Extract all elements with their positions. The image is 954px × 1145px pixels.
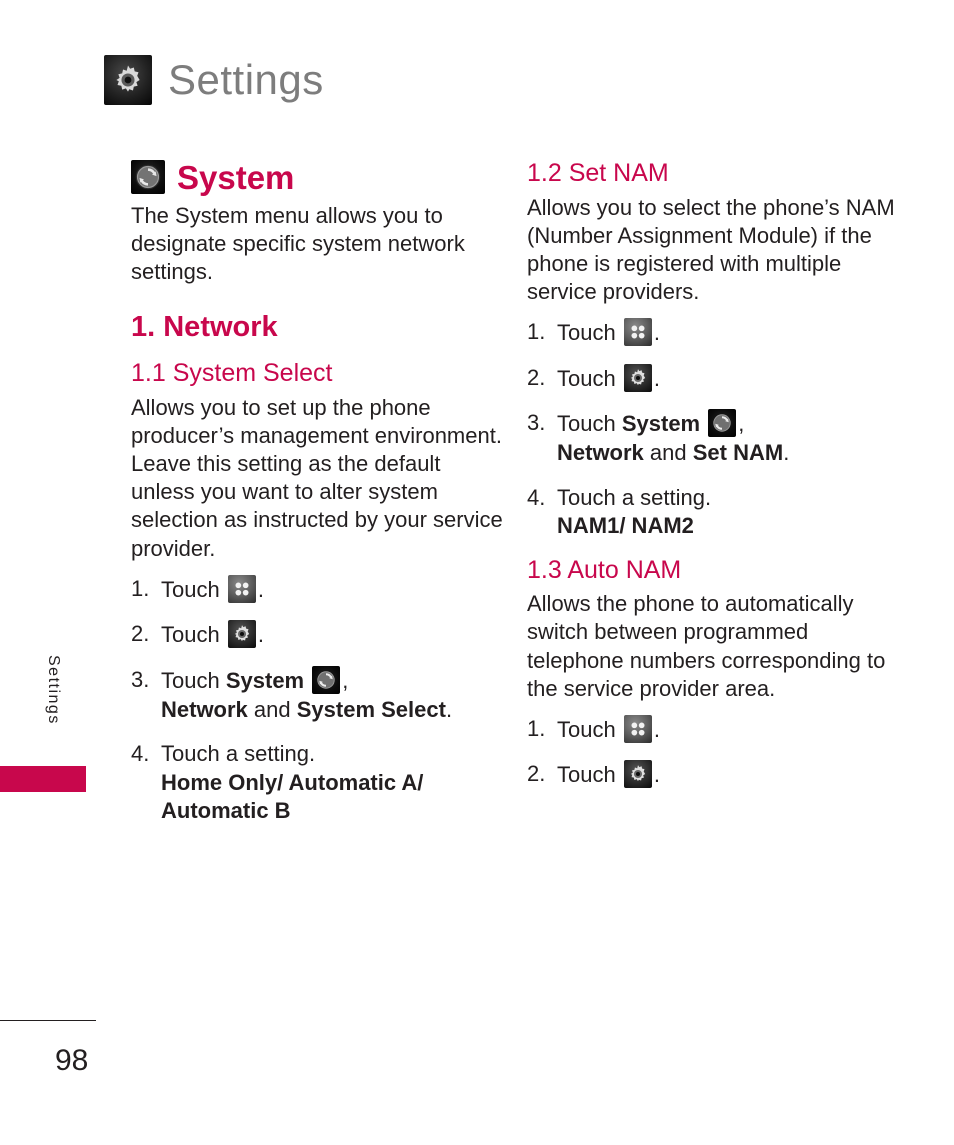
step-text-end: . (653, 365, 660, 391)
step-plain-and: and (643, 439, 693, 465)
step-number: 2. (527, 364, 546, 390)
step-text-end: . (653, 320, 660, 346)
heading-system-select: 1.1 System Select (131, 359, 333, 388)
step-text: Touch a setting. (557, 484, 712, 510)
step-number: 2. (131, 621, 150, 647)
system-intro-text: The System menu allows you to designate … (131, 203, 465, 285)
step-number: 4. (527, 484, 546, 510)
list-item: 3. Touch System , Network and Set NAM. (527, 409, 899, 467)
step-text: Touch (557, 365, 616, 391)
step-option-line-1: Home Only/ Automatic A/ (161, 769, 424, 795)
side-tab-label: Settings (45, 655, 62, 725)
list-item: 4. Touch a setting. Home Only/ Automatic… (131, 740, 503, 826)
step-text-end: . (653, 762, 660, 788)
step-text-end: . (653, 716, 660, 742)
step-bold-target: System Select (296, 696, 446, 722)
system-section-title: System (131, 160, 503, 194)
step-text: Touch (161, 622, 220, 648)
step-text: Touch a setting. (161, 741, 316, 767)
grid-4dot-icon (623, 318, 652, 347)
heading-set-nam: 1.2 Set NAM (527, 159, 669, 187)
set-nam-body: Allows you to select the phone’s NAM (Nu… (527, 194, 895, 304)
grid-4dot-icon (623, 714, 652, 743)
list-item: 1. Touch . (527, 318, 899, 348)
page-title: Settings (168, 56, 324, 103)
left-column: System The System menu allows you to des… (131, 160, 503, 842)
system-refresh-icon (131, 160, 165, 194)
system-refresh-icon (708, 409, 737, 438)
system-select-steps: 1. Touch . 2. Touch . 3. Touch System , … (131, 574, 503, 826)
step-period: . (783, 439, 790, 465)
step-text: Touch (557, 320, 616, 346)
step-text-end: , (342, 667, 349, 693)
step-text: Touch (161, 667, 220, 693)
step-text: Touch (557, 716, 616, 742)
step-bold-term: System (225, 667, 305, 693)
step-number: 1. (527, 715, 546, 741)
step-text: Touch (557, 762, 616, 788)
step-option-line-2: Automatic B (161, 798, 291, 824)
list-item: 2. Touch . (131, 620, 503, 650)
step-plain-and: and (247, 696, 297, 722)
gear-icon (623, 760, 652, 789)
list-item: 1. Touch . (131, 574, 503, 605)
step-text-end: . (257, 576, 264, 602)
auto-nam-body: Allows the phone to automatically switch… (527, 591, 886, 701)
step-number: 2. (527, 761, 546, 787)
step-bold-target: Set NAM (692, 439, 784, 465)
heading-network: 1. Network (131, 311, 278, 344)
step-number: 4. (131, 741, 150, 767)
step-number: 1. (527, 319, 546, 345)
step-option-line-1: NAM1/ NAM2 (557, 513, 694, 539)
grid-4dot-icon (227, 574, 256, 603)
step-text-end: . (257, 622, 264, 648)
page-header: Settings (104, 55, 324, 105)
side-tab-marker (0, 766, 86, 792)
right-column: 1.2 Set NAM Allows you to select the pho… (527, 159, 899, 806)
step-bold-network: Network (557, 439, 644, 465)
step-period: . (445, 696, 453, 722)
step-text: Touch (557, 411, 616, 437)
gear-icon (227, 620, 256, 649)
step-continuation: Network and System Select. (161, 696, 503, 725)
auto-nam-steps: 1. Touch . 2. Touch . (527, 714, 899, 790)
footer-divider (0, 1020, 96, 1021)
list-item: 1. Touch . (527, 714, 899, 745)
step-number: 3. (527, 410, 546, 436)
step-text-end: , (738, 411, 745, 437)
step-continuation: Network and Set NAM. (557, 439, 899, 468)
step-number: 1. (131, 575, 150, 601)
system-refresh-icon (312, 665, 341, 694)
heading-auto-nam: 1.3 Auto NAM (527, 555, 682, 584)
list-item: 2. Touch . (527, 363, 899, 394)
step-text: Touch (161, 576, 220, 602)
step-number: 3. (131, 666, 150, 692)
system-section-label: System (177, 158, 295, 196)
gear-icon (104, 55, 152, 105)
list-item: 2. Touch . (527, 760, 899, 790)
list-item: 3. Touch System , Network and System Sel… (131, 665, 503, 725)
system-select-body: Allows you to set up the phone producer’… (131, 394, 503, 561)
gear-icon (623, 363, 652, 392)
step-bold-term: System (621, 411, 701, 437)
list-item: 4. Touch a setting. NAM1/ NAM2 (527, 484, 899, 541)
step-bold-network: Network (161, 696, 248, 722)
page-number: 98 (55, 1044, 89, 1077)
set-nam-steps: 1. Touch . 2. Touch . 3. Touch System , … (527, 318, 899, 541)
